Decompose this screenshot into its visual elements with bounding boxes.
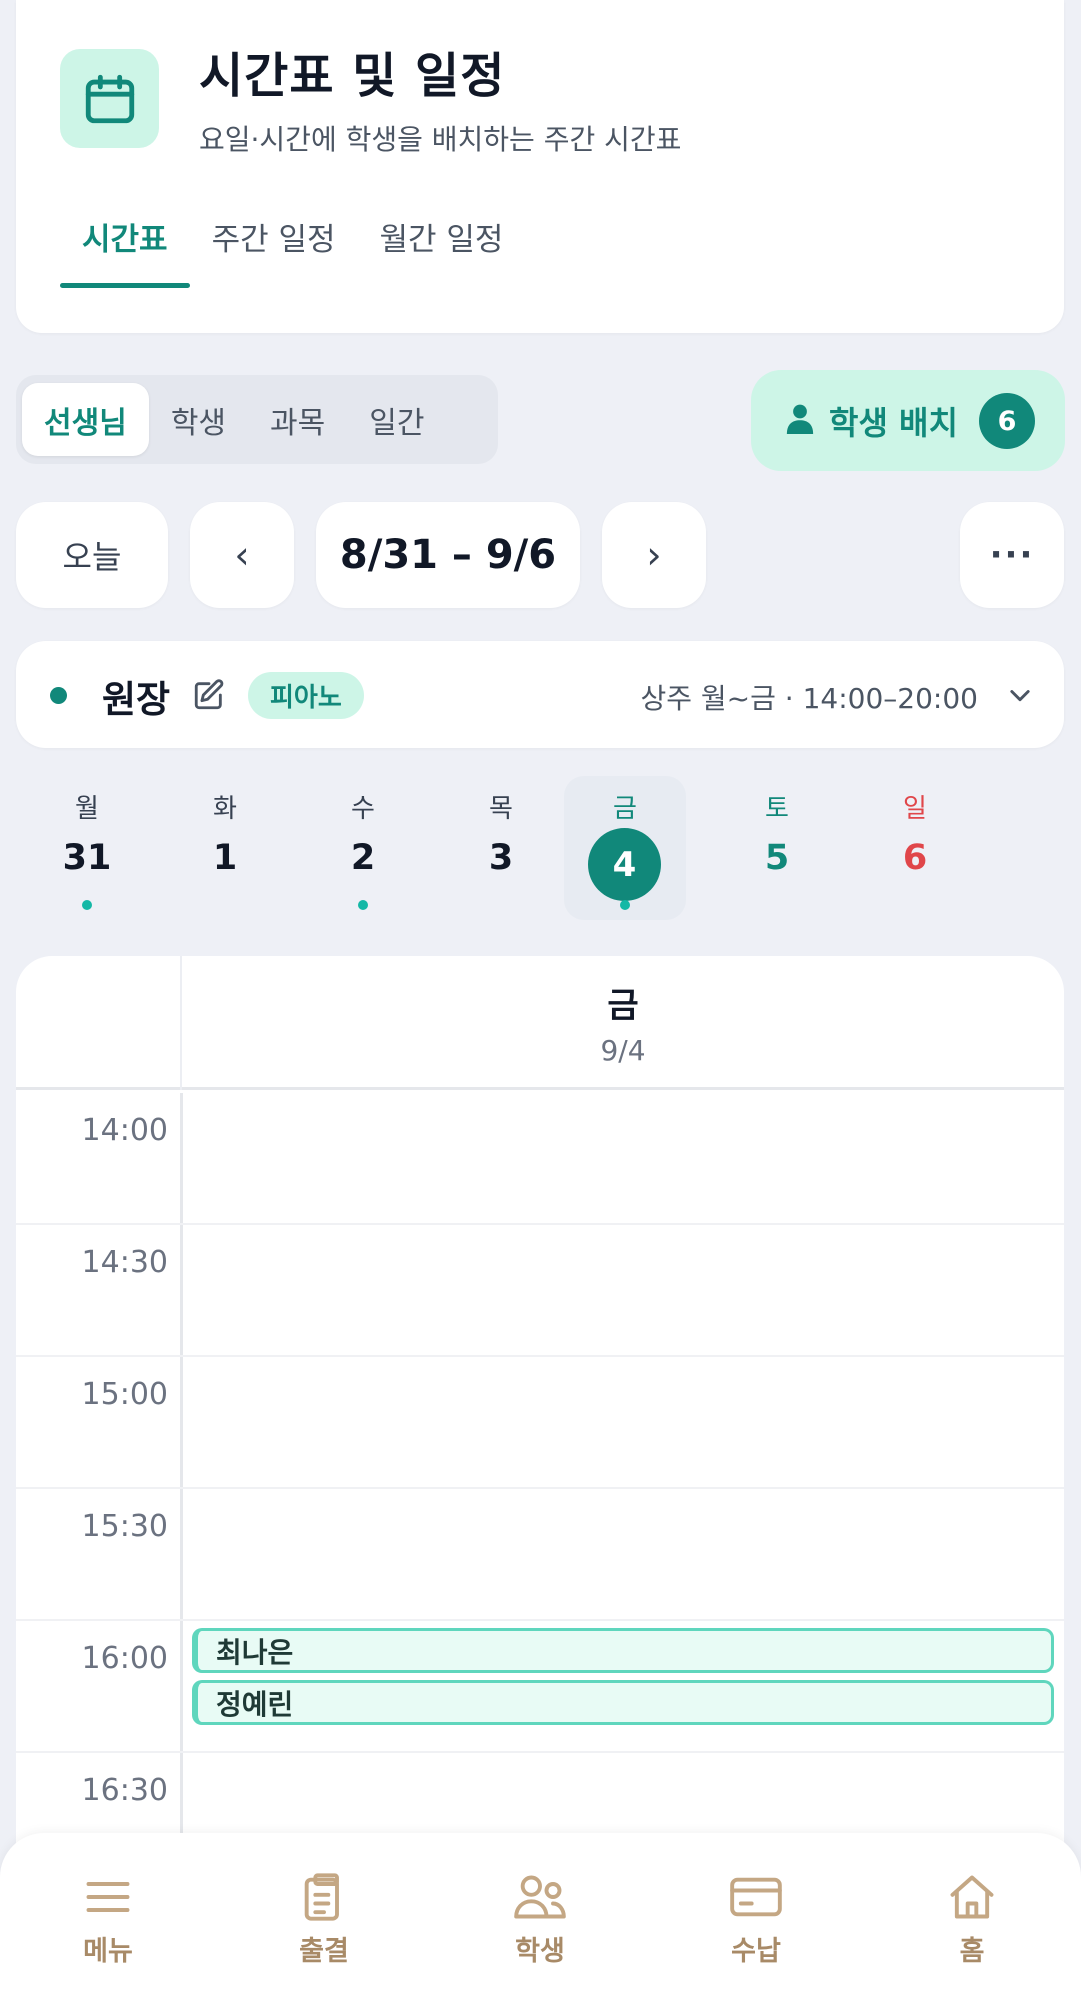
nav-label: 홈 bbox=[959, 1936, 985, 1967]
prev-week-button[interactable]: ‹ bbox=[190, 502, 294, 608]
view-mode-daily[interactable]: 일간 bbox=[347, 383, 446, 456]
day-number: 5 bbox=[764, 838, 790, 878]
slot-time-label: 14:30 bbox=[81, 1245, 168, 1280]
slot-time-label: 15:30 bbox=[81, 1509, 168, 1544]
day-number: 3 bbox=[488, 838, 514, 878]
nav-home[interactable]: 홈 bbox=[902, 1871, 1042, 1968]
slot-time-label: 14:00 bbox=[81, 1113, 168, 1148]
event-dot bbox=[358, 900, 368, 910]
day-name: 화 bbox=[213, 794, 237, 824]
column-date: 9/4 bbox=[600, 1034, 646, 1067]
tab-bar: 시간표 주간 일정 월간 일정 bbox=[60, 210, 525, 288]
next-week-button[interactable]: › bbox=[602, 502, 706, 608]
day-number: 2 bbox=[350, 838, 376, 878]
day-fri[interactable]: 금 4 bbox=[564, 776, 686, 920]
tab-weekly-schedule[interactable]: 주간 일정 bbox=[190, 210, 358, 288]
more-options-button[interactable]: ··· bbox=[960, 502, 1064, 608]
day-name: 목 bbox=[489, 794, 513, 824]
nav-menu[interactable]: 메뉴 bbox=[38, 1871, 178, 1968]
tab-timetable[interactable]: 시간표 bbox=[60, 210, 190, 288]
nav-label: 메뉴 bbox=[83, 1936, 133, 1967]
day-tue[interactable]: 화 1 bbox=[164, 776, 286, 920]
view-mode-teacher[interactable]: 선생님 bbox=[22, 383, 149, 456]
teacher-color-dot bbox=[50, 687, 67, 704]
nav-label: 학생 bbox=[515, 1936, 565, 1967]
time-gutter-header bbox=[16, 956, 182, 1090]
assign-count-badge: 6 bbox=[979, 393, 1035, 449]
nav-students[interactable]: 학생 bbox=[470, 1871, 610, 1968]
slot-time-label: 15:00 bbox=[81, 1377, 168, 1412]
time-slot[interactable]: 15:30 bbox=[16, 1489, 1064, 1621]
slot-time-label: 16:30 bbox=[81, 1773, 168, 1808]
view-mode-segmented-control: 선생님 학생 과목 일간 bbox=[16, 375, 498, 464]
event-dot bbox=[620, 900, 630, 910]
day-wed[interactable]: 수 2 bbox=[302, 776, 424, 920]
day-sun[interactable]: 일 6 bbox=[854, 776, 976, 920]
day-thu[interactable]: 목 3 bbox=[440, 776, 562, 920]
day-number: 6 bbox=[902, 838, 928, 878]
header-card: 시간표 및 일정 요일·시간에 학생을 배치하는 주간 시간표 시간표 주간 일… bbox=[16, 0, 1064, 333]
credit-card-icon bbox=[686, 1871, 826, 1923]
day-name: 수 bbox=[351, 794, 375, 824]
menu-icon bbox=[38, 1871, 178, 1923]
teacher-selector[interactable]: 원장 피아노 상주 월~금 · 14:00–20:00 bbox=[16, 641, 1064, 748]
tab-monthly-schedule[interactable]: 월간 일정 bbox=[358, 210, 526, 288]
calendar-icon bbox=[60, 49, 159, 148]
nav-payments[interactable]: 수납 bbox=[686, 1871, 826, 1968]
page-title: 시간표 및 일정 bbox=[199, 48, 506, 104]
teacher-name: 원장 bbox=[102, 678, 171, 721]
date-range: 8/31 – 9/6 bbox=[316, 502, 580, 608]
nav-label: 출결 bbox=[299, 1936, 349, 1967]
nav-attendance[interactable]: 출결 bbox=[254, 1871, 394, 1968]
column-day-name: 금 bbox=[607, 986, 639, 1026]
slot-time-label: 16:00 bbox=[81, 1641, 168, 1676]
subject-badge: 피아노 bbox=[248, 672, 364, 719]
lesson-event[interactable]: 정예린 bbox=[192, 1680, 1054, 1725]
day-mon[interactable]: 월 31 bbox=[26, 776, 148, 920]
event-dot bbox=[82, 900, 92, 910]
users-icon bbox=[470, 1871, 610, 1923]
page-subtitle: 요일·시간에 학생을 배치하는 주간 시간표 bbox=[199, 123, 682, 156]
day-name: 금 bbox=[613, 794, 637, 824]
nav-label: 수납 bbox=[731, 1936, 781, 1967]
edit-icon[interactable] bbox=[192, 678, 226, 716]
chevron-down-icon[interactable] bbox=[1006, 681, 1034, 713]
day-number: 4 bbox=[588, 828, 661, 901]
assign-student-button[interactable]: 학생 배치 6 bbox=[751, 370, 1065, 471]
lesson-event[interactable]: 최나은 bbox=[192, 1628, 1054, 1673]
day-column-header: 금 9/4 bbox=[16, 956, 1064, 1090]
home-icon bbox=[902, 1871, 1042, 1923]
time-slot[interactable]: 15:00 bbox=[16, 1357, 1064, 1489]
bottom-nav: 메뉴 출결 학생 수납 홈 bbox=[0, 1833, 1081, 1999]
week-day-strip: 월 31 화 1 수 2 목 3 금 4 토 5 일 6 bbox=[16, 776, 1064, 926]
time-slot[interactable]: 14:00 bbox=[16, 1093, 1064, 1225]
assign-student-label: 학생 배치 bbox=[829, 403, 958, 442]
clipboard-icon bbox=[254, 1871, 394, 1923]
view-mode-subject[interactable]: 과목 bbox=[248, 383, 347, 456]
today-button[interactable]: 오늘 bbox=[16, 502, 168, 608]
day-number: 31 bbox=[62, 838, 112, 878]
day-name: 월 bbox=[75, 794, 99, 824]
person-icon bbox=[785, 402, 815, 440]
teacher-schedule: 상주 월~금 · 14:00–20:00 bbox=[640, 682, 979, 715]
day-name: 토 bbox=[765, 794, 789, 824]
day-name: 일 bbox=[903, 794, 927, 824]
time-slot[interactable]: 14:30 bbox=[16, 1225, 1064, 1357]
view-mode-student[interactable]: 학생 bbox=[149, 383, 248, 456]
day-sat[interactable]: 토 5 bbox=[716, 776, 838, 920]
day-number: 1 bbox=[212, 838, 238, 878]
